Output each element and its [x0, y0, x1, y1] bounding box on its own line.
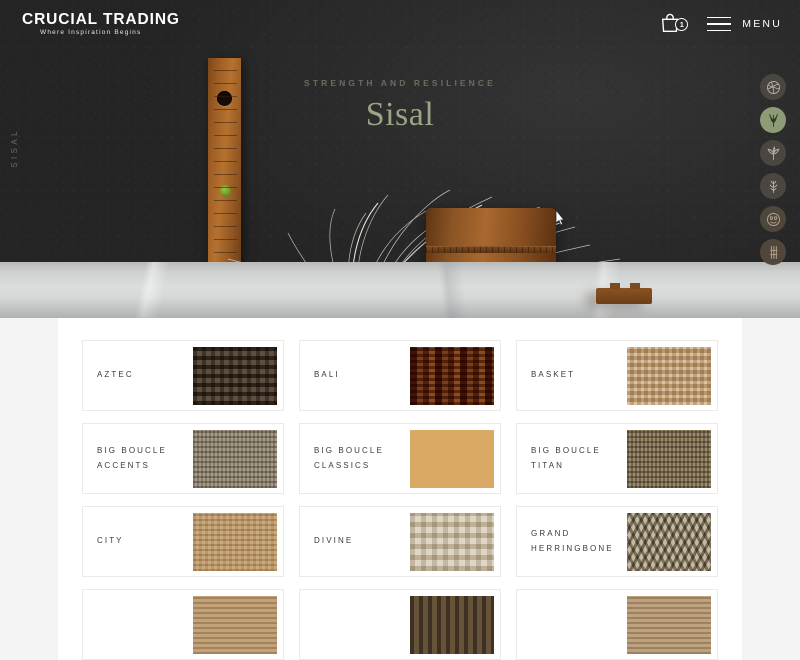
- bamboo-icon: [769, 245, 777, 259]
- product-card[interactable]: DIVINE: [299, 506, 501, 577]
- page-title: Sisal: [365, 96, 435, 133]
- rail-item-bamboo[interactable]: [760, 239, 786, 265]
- product-name: BIG BOUCLE TITAN: [531, 445, 601, 470]
- wool-icon: [766, 80, 780, 94]
- product-name: BIG BOUCLE CLASSICS: [314, 445, 384, 470]
- hamburger-icon: [707, 16, 732, 32]
- hero-kicker: STRENGTH AND RESILIENCE: [304, 78, 496, 88]
- cart-count-badge: 1: [675, 18, 689, 31]
- marble-ledge: [0, 262, 800, 318]
- vertical-category-label: SISAL: [10, 128, 19, 168]
- product-swatch-big-boucle-accents: [193, 429, 277, 488]
- sisal-icon: [768, 113, 778, 127]
- product-swatch-row4-1: [193, 595, 277, 654]
- product-swatch-big-boucle-titan: [627, 429, 711, 488]
- product-swatch-city: [193, 512, 277, 571]
- product-swatch-aztec: [193, 346, 277, 405]
- wooden-bucket-prop: [426, 208, 556, 268]
- product-grid-panel: AZTEC BALI BASKET BIG BOUCLE ACCENTS BIG…: [58, 318, 742, 660]
- product-name: BIG BOUCLE ACCENTS: [97, 445, 167, 470]
- product-name: GRAND HERRINGBONE: [531, 528, 614, 553]
- logo-tagline: Where Inspiration Begins: [40, 29, 142, 36]
- product-card[interactable]: BIG BOUCLE ACCENTS: [82, 423, 284, 494]
- rail-item-sisal[interactable]: [760, 107, 786, 133]
- product-card[interactable]: AZTEC: [82, 340, 284, 411]
- product-swatch-row4-2: [410, 595, 494, 654]
- product-card[interactable]: CITY: [82, 506, 284, 577]
- coir-icon: [766, 212, 780, 226]
- seagrass-icon: [769, 180, 777, 193]
- product-grid: AZTEC BALI BASKET BIG BOUCLE ACCENTS BIG…: [82, 340, 718, 660]
- site-header: CRUCIAL TRADING Where Inspiration Begins…: [0, 0, 800, 48]
- rule-spirit-vial: [220, 185, 231, 197]
- rail-item-jute[interactable]: [760, 140, 786, 166]
- product-card[interactable]: BASKET: [516, 340, 718, 411]
- product-name: BASKET: [531, 370, 576, 380]
- product-card[interactable]: BIG BOUCLE TITAN: [516, 423, 718, 494]
- product-card[interactable]: BIG BOUCLE CLASSICS: [299, 423, 501, 494]
- product-name: AZTEC: [97, 370, 134, 380]
- material-rail: [760, 74, 786, 265]
- header-actions: 1 MENU: [659, 12, 782, 36]
- product-swatch-big-boucle-classics: [410, 429, 494, 488]
- ledge-shadow: [0, 298, 800, 318]
- rail-item-wool[interactable]: [760, 74, 786, 100]
- site-logo[interactable]: CRUCIAL TRADING Where Inspiration Begins: [22, 10, 180, 37]
- product-name: BALI: [314, 370, 340, 380]
- rail-item-seagrass[interactable]: [760, 173, 786, 199]
- rail-item-coir[interactable]: [760, 206, 786, 232]
- product-name: DIVINE: [314, 536, 354, 546]
- product-name: CITY: [97, 536, 124, 546]
- product-swatch-basket: [627, 346, 711, 405]
- hero-section: CRUCIAL TRADING Where Inspiration Begins…: [0, 0, 800, 318]
- product-card[interactable]: BALI: [299, 340, 501, 411]
- wooden-block-prop: [596, 283, 652, 304]
- product-swatch-grand-herringbone: [627, 512, 711, 571]
- cart-button[interactable]: 1: [659, 12, 689, 36]
- product-card[interactable]: GRAND HERRINGBONE: [516, 506, 718, 577]
- logo-title: CRUCIAL TRADING: [22, 10, 180, 28]
- bucket-band: [426, 246, 556, 253]
- hero-copy: STRENGTH AND RESILIENCE Sisal: [0, 78, 800, 134]
- product-swatch-divine: [410, 512, 494, 571]
- jute-icon: [767, 145, 779, 160]
- product-swatch-row4-3: [627, 595, 711, 654]
- product-swatch-bali: [410, 346, 494, 405]
- menu-button[interactable]: MENU: [707, 16, 782, 32]
- menu-label: MENU: [742, 18, 782, 30]
